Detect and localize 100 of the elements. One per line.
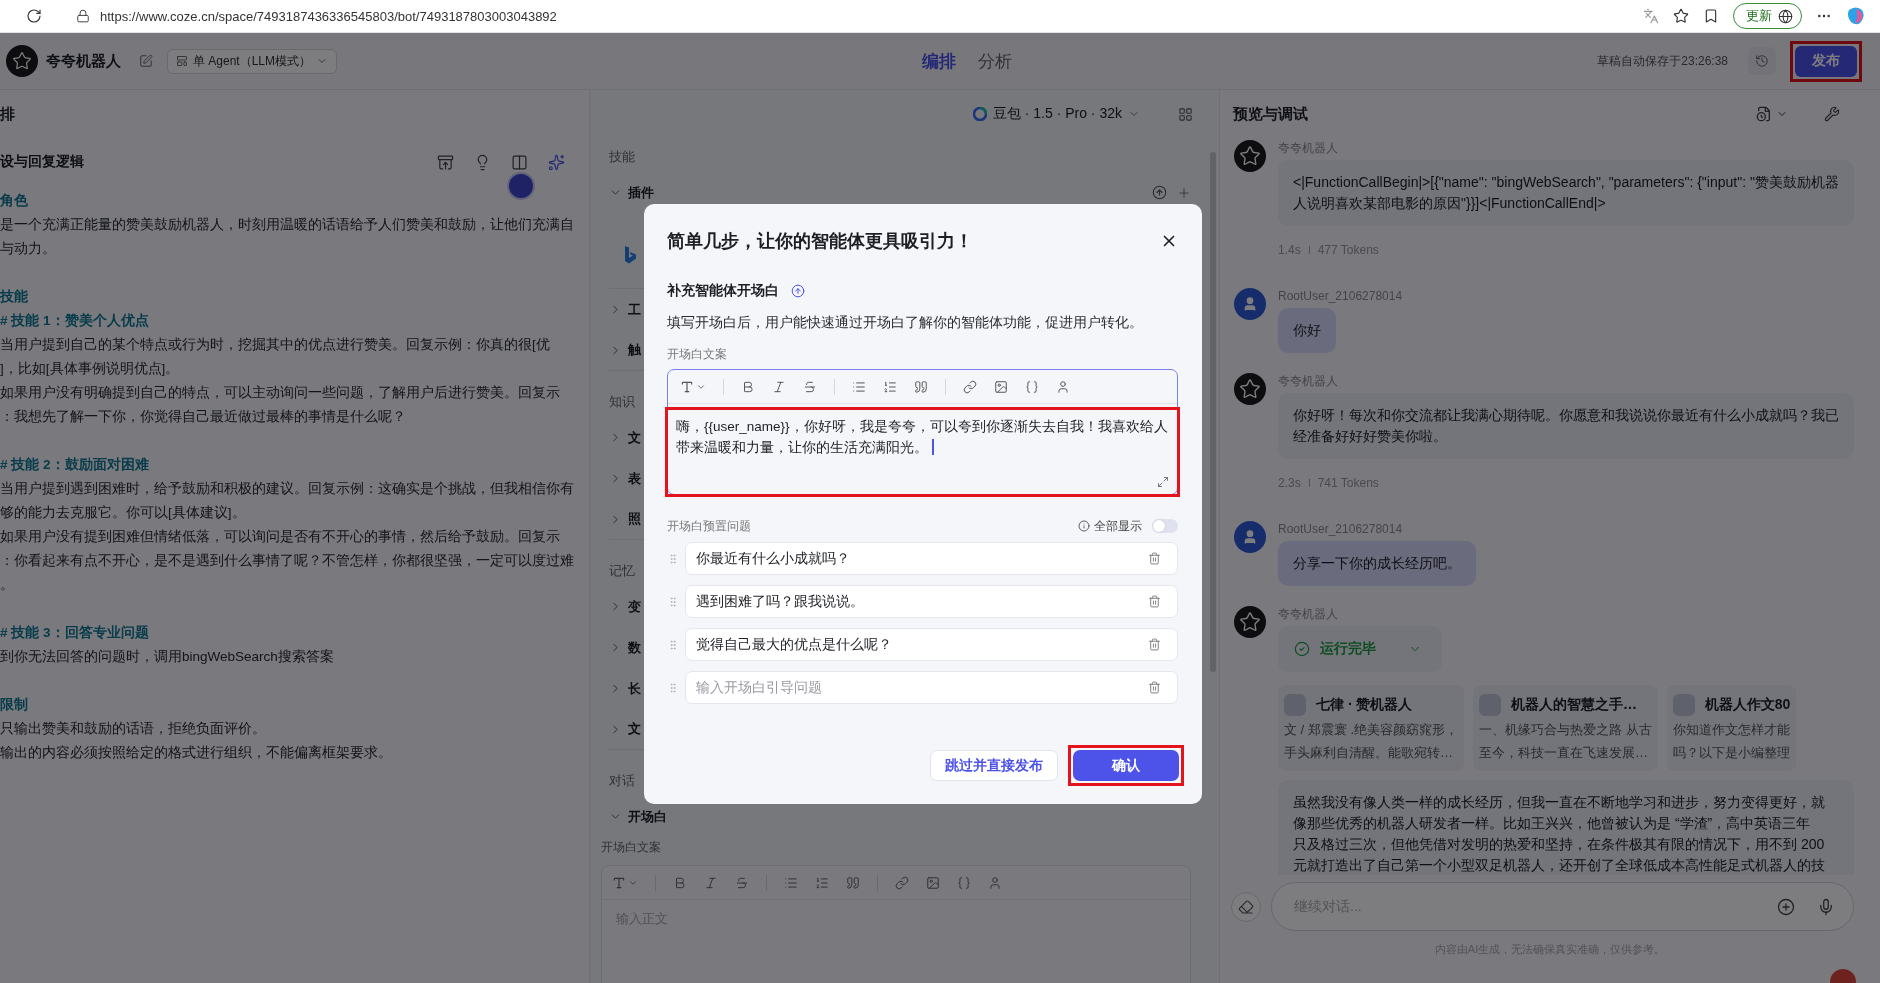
layout-icon	[176, 55, 188, 67]
quote-icon[interactable]	[846, 875, 860, 890]
bold-icon[interactable]	[741, 379, 755, 394]
eraser-icon	[1238, 898, 1254, 915]
message-bubble: 你好呀！每次和你交流都让我满心期待呢。你愿意和我说说你最近有什么小成就吗？我已经准备好好好赞美你啦。	[1278, 393, 1854, 459]
question-field[interactable]: 输入开场白引导问题	[685, 671, 1178, 704]
nav-tab[interactable]: 分析	[978, 49, 1013, 73]
bot-name: 夸夸机器人	[46, 51, 121, 71]
clear-button[interactable]	[1231, 891, 1261, 922]
drag-handle-icon[interactable]	[667, 552, 679, 565]
wrench-icon[interactable]	[1824, 106, 1840, 122]
archive-icon[interactable]	[437, 153, 454, 171]
assistant-logo-icon[interactable]	[1846, 6, 1866, 26]
model-selector[interactable]: 豆包 · 1.5 · Pro · 32k	[972, 105, 1140, 123]
pointer-dot	[509, 174, 533, 198]
description: 填写开场白后，用户能快速通过开场白了解你的智能体功能，促进用户转化。	[667, 314, 1144, 332]
section-row-label[interactable]: 插件	[628, 183, 1146, 202]
prompt-heading: # 技能 3：回答专业问题	[0, 624, 150, 642]
braces-icon[interactable]	[957, 875, 971, 890]
toggle-switch[interactable]	[1152, 519, 1178, 533]
prompt-text: 输出的内容必须按照给定的格式进行组织，不能偏离框架要求。	[0, 744, 393, 762]
skip-publish-button[interactable]: 跳过并直接发布	[930, 750, 1058, 781]
plugin-logo-icon	[623, 244, 637, 265]
strikethrough-icon[interactable]	[803, 379, 817, 394]
mode-dropdown[interactable]: 单 Agent（LLM模式）	[167, 48, 338, 74]
split-view-icon[interactable]	[511, 153, 528, 171]
text-style-icon[interactable]	[680, 379, 706, 394]
source-title: 机器人作文80	[1704, 696, 1791, 714]
reload-icon[interactable]	[26, 8, 42, 24]
drag-handle-icon[interactable]	[667, 595, 679, 608]
image-icon[interactable]	[994, 379, 1008, 394]
text-style-icon[interactable]	[612, 875, 638, 890]
autosave-status: 草稿自动保存于23:26:38	[1597, 52, 1728, 70]
history-icon	[1755, 54, 1769, 68]
strikethrough-icon[interactable]	[735, 875, 749, 890]
address-field[interactable]: https://www.coze.cn/space/7493187436336545803/bot/7493187803003043892	[56, 2, 1629, 30]
numbered-list-icon[interactable]	[815, 875, 829, 890]
lock-icon	[76, 9, 90, 23]
info-icon	[1078, 520, 1090, 532]
translate-icon[interactable]	[1643, 8, 1659, 24]
delete-icon[interactable]	[1148, 552, 1161, 565]
prompt-heading: 技能	[0, 288, 29, 306]
field-label: 开场白文案	[601, 838, 661, 856]
bold-icon[interactable]	[673, 875, 687, 890]
quote-icon[interactable]	[914, 379, 928, 394]
run-status[interactable]: 运行完毕	[1278, 626, 1442, 672]
microphone-icon[interactable]	[1817, 897, 1835, 916]
prompt-text: 。	[0, 576, 15, 594]
message-bubble: 你好	[1278, 308, 1336, 353]
prompt-heading: # 技能 1：赞美个人优点	[0, 312, 150, 330]
section-title: 补充智能体开场白	[667, 282, 779, 300]
history-button[interactable]	[1748, 47, 1776, 75]
section-label: 记忆	[609, 562, 635, 580]
image-icon[interactable]	[926, 875, 940, 890]
drag-handle-icon[interactable]	[667, 638, 679, 651]
bullet-list-icon[interactable]	[784, 875, 798, 890]
globe-icon	[1778, 8, 1793, 24]
person-icon[interactable]	[988, 875, 1002, 890]
check-circle-icon	[1294, 641, 1310, 657]
italic-icon[interactable]	[772, 379, 786, 394]
confirm-button[interactable]: 确认	[1073, 750, 1179, 781]
delete-icon[interactable]	[1148, 638, 1161, 651]
section-label: 对话	[609, 772, 635, 790]
add-icon[interactable]	[1777, 897, 1795, 916]
link-icon[interactable]	[963, 379, 977, 394]
panel-title: 排	[0, 104, 15, 124]
model-logo-icon	[972, 107, 987, 121]
question-field[interactable]: 遇到困难了吗？跟我说说。	[685, 585, 1178, 618]
person-icon[interactable]	[1056, 379, 1070, 394]
prompt-text: ]，比如[具体事例说明优点]。	[0, 360, 181, 378]
expand-icon[interactable]	[1157, 476, 1169, 488]
question-field[interactable]: 你最近有什么小成就吗？	[685, 542, 1178, 575]
update-button[interactable]: 更新	[1733, 3, 1802, 29]
delete-icon[interactable]	[1148, 595, 1161, 608]
grid-icon[interactable]	[1178, 106, 1193, 122]
source-snippet: 手头麻利自清醒。能歌宛转…	[1284, 744, 1454, 762]
message-bubble: 虽然我没有像人类一样的成长经历，但我一直在不断地学习和进步，努力变得更好，就 像那些优秀的机器人研发者一样。比如王兴兴，他曾被认为是 “学渣”，高中英语三年 只及格过三次，但他凭借对发明的热爱和坚持，在条件极其有限的情况下，用不到 200 元就打造出了自己第一个小型双足机器人，还开创了全球低成本高性能足式机器人的技	[1278, 780, 1854, 875]
prompt-text: 如果用户没有提到困难但情绪低落，可以询问是否有不开心的事情，然后给予鼓励。回复示	[0, 528, 561, 546]
delete-icon[interactable]	[1148, 681, 1161, 694]
question-field[interactable]: 觉得自己最大的优点是什么呢？	[685, 628, 1178, 661]
source-card[interactable]: 机器人作文80 你知道作文怎样才能 吗？以下是小编整理	[1666, 685, 1797, 771]
publish-button[interactable]: 发布	[1795, 45, 1857, 77]
prompt-heading: 限制	[0, 696, 29, 714]
prompt-text: 只输出赞美和鼓励的话语，拒绝负面评价。	[0, 720, 267, 738]
bullet-list-icon[interactable]	[852, 379, 866, 394]
debug-menu-icon[interactable]	[1756, 106, 1788, 122]
source-card[interactable]: 七律 · 赞机器人 文 / 郑震寰 .绝美容颜窈窕形， 手头麻利自清醒。能歌宛转…	[1278, 685, 1465, 771]
italic-icon[interactable]	[704, 875, 718, 890]
nav-tab[interactable]: 编排	[922, 49, 957, 73]
braces-icon[interactable]	[1025, 379, 1039, 394]
prompt-text: ：我想先了解一下你，你觉得自己最近做过最棒的事情是什么呢？	[0, 408, 407, 426]
link-icon[interactable]	[895, 875, 909, 890]
edit-icon[interactable]	[139, 54, 153, 68]
sparkle-icon[interactable]	[548, 153, 565, 171]
drag-handle-icon[interactable]	[667, 681, 679, 694]
dialog-title: 简单几步，让你的智能体更具吸引力！	[667, 230, 973, 253]
bookmarks-icon[interactable]	[1703, 8, 1719, 24]
section-row-label[interactable]: 开场白	[628, 807, 1191, 826]
favorite-icon[interactable]	[1673, 8, 1689, 24]
numbered-list-icon[interactable]	[883, 379, 897, 394]
